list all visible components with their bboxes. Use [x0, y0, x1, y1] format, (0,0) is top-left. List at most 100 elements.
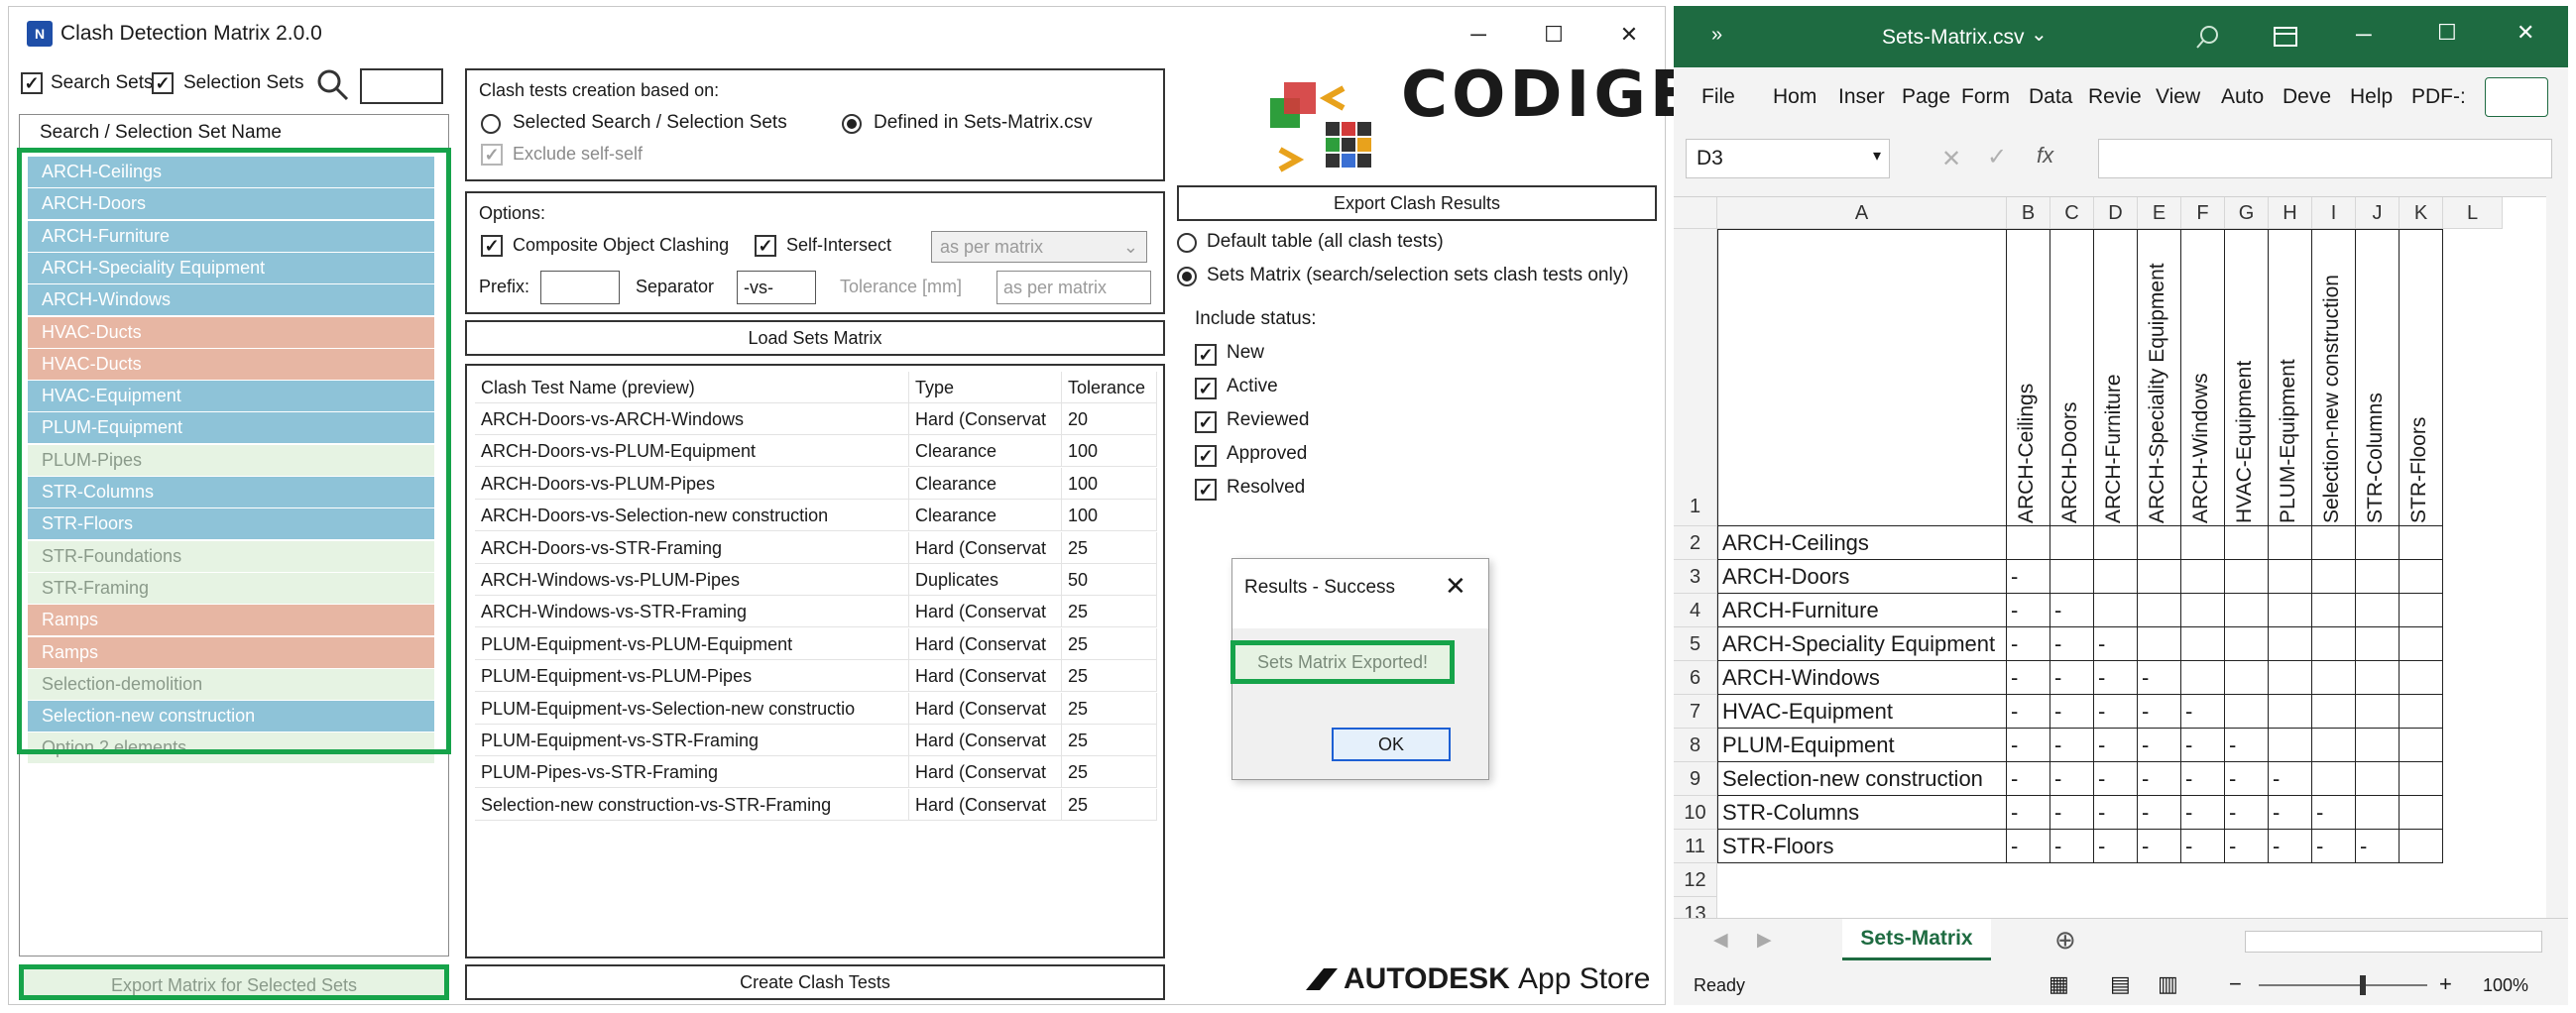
matrix-cell[interactable]	[2181, 560, 2225, 594]
zoom-slider[interactable]	[2259, 984, 2427, 986]
minimize-button[interactable]: ─	[1449, 15, 1508, 55]
matrix-cell[interactable]	[2094, 526, 2138, 560]
matrix-cell[interactable]	[2356, 661, 2400, 695]
row-header[interactable]: 8	[1674, 729, 1717, 762]
matrix-cell[interactable]: -	[2050, 729, 2094, 762]
matrix-cell[interactable]	[2400, 594, 2443, 627]
table-row[interactable]: PLUM-Equipment-vs-Selection-new construc…	[475, 692, 1169, 725]
matrix-cell[interactable]	[2269, 729, 2312, 762]
matrix-cell[interactable]	[2312, 762, 2356, 796]
matrix-cell[interactable]	[2269, 627, 2312, 661]
search-sets-checkbox[interactable]: ✓	[21, 72, 43, 94]
matrix-column-header-cell[interactable]: ARCH-Ceilings	[2007, 229, 2050, 526]
status-checkbox[interactable]: ✓	[1195, 445, 1217, 467]
matrix-row-name-cell[interactable]: Selection-new construction	[1717, 762, 2007, 796]
matrix-cell[interactable]: -	[2007, 594, 2050, 627]
matrix-cell[interactable]	[2050, 560, 2094, 594]
table-row[interactable]: ARCH-Windows-vs-STR-Framing Hard (Conserv…	[475, 596, 1169, 628]
matrix-cell[interactable]	[2181, 661, 2225, 695]
menu-formulas[interactable]: Form	[1961, 85, 2010, 109]
menu-data[interactable]: Data	[2029, 85, 2072, 109]
row-header[interactable]: 10	[1674, 796, 1717, 830]
matrix-cell[interactable]	[2181, 627, 2225, 661]
matrix-cell[interactable]: -	[2007, 729, 2050, 762]
matrix-cell[interactable]	[2094, 594, 2138, 627]
column-header-type[interactable]: Type	[909, 372, 1062, 403]
matrix-cell[interactable]	[2007, 526, 2050, 560]
matrix-cell[interactable]: -	[2007, 695, 2050, 729]
table-row[interactable]: ARCH-Doors-vs-STR-Framing Hard (Conservat…	[475, 531, 1169, 564]
column-header[interactable]: A	[1717, 197, 2007, 229]
menu-home[interactable]: Hom	[1773, 85, 1816, 109]
row-header[interactable]: 11	[1674, 830, 1717, 863]
matrix-dropdown[interactable]: as per matrix ⌄	[931, 231, 1147, 263]
export-clash-results-button[interactable]: Export Clash Results	[1177, 185, 1657, 221]
matrix-cell[interactable]: -	[2138, 830, 2181, 863]
matrix-cell[interactable]: -	[2181, 762, 2225, 796]
matrix-cell[interactable]: -	[2269, 762, 2312, 796]
column-header[interactable]: H	[2269, 197, 2312, 229]
matrix-cell[interactable]	[2312, 594, 2356, 627]
table-row[interactable]: Selection-new construction-vs-STR-Framin…	[475, 788, 1169, 821]
cancel-icon[interactable]: ✕	[1941, 145, 1961, 173]
status-checkbox[interactable]: ✓	[1195, 479, 1217, 501]
matrix-column-header-cell[interactable]: STR-Floors	[2400, 229, 2443, 526]
excel-close-button[interactable]: ✕	[2517, 20, 2534, 46]
matrix-cell[interactable]	[2269, 661, 2312, 695]
matrix-cell[interactable]: -	[2007, 661, 2050, 695]
column-header[interactable]: C	[2050, 197, 2094, 229]
matrix-cell[interactable]: -	[2225, 796, 2269, 830]
dialog-close-icon[interactable]: ✕	[1445, 571, 1466, 602]
radio-sets-matrix[interactable]	[1177, 267, 1197, 286]
matrix-cell[interactable]: -	[2356, 830, 2400, 863]
matrix-cell[interactable]	[2400, 729, 2443, 762]
matrix-cell[interactable]: -	[2181, 796, 2225, 830]
matrix-cell[interactable]	[2138, 526, 2181, 560]
matrix-cell[interactable]	[2400, 560, 2443, 594]
table-row[interactable]: ARCH-Doors-vs-PLUM-Pipes Clearance 100	[475, 467, 1169, 500]
menu-developer[interactable]: Deve	[2283, 85, 2331, 109]
matrix-cell[interactable]: -	[2007, 830, 2050, 863]
composite-checkbox[interactable]: ✓	[481, 235, 503, 257]
matrix-column-header-cell[interactable]: ARCH-Windows	[2181, 229, 2225, 526]
create-clash-tests-button[interactable]: Create Clash Tests	[465, 964, 1165, 1000]
zoom-slider-thumb[interactable]	[2360, 975, 2366, 995]
table-row[interactable]: PLUM-Pipes-vs-STR-Framing Hard (Conservat…	[475, 756, 1169, 789]
page-layout-icon[interactable]: ▤	[2110, 971, 2131, 997]
table-row[interactable]: PLUM-Equipment-vs-PLUM-Equipment Hard (Co…	[475, 627, 1169, 660]
row-header[interactable]: 6	[1674, 661, 1717, 695]
matrix-column-header-cell[interactable]: ARCH-Doors	[2050, 229, 2094, 526]
matrix-cell[interactable]: -	[2181, 830, 2225, 863]
matrix-cell[interactable]	[2050, 526, 2094, 560]
row-header[interactable]: 2	[1674, 526, 1717, 560]
table-row[interactable]: PLUM-Equipment-vs-STR-Framing Hard (Conse…	[475, 725, 1169, 756]
matrix-cell[interactable]: -	[2050, 830, 2094, 863]
zoom-out-button[interactable]: −	[2229, 971, 2242, 997]
menu-automate[interactable]: Auto	[2221, 85, 2264, 109]
matrix-cell[interactable]	[2269, 560, 2312, 594]
excel-search-icon[interactable]	[2195, 24, 2221, 50]
matrix-cell[interactable]	[2269, 695, 2312, 729]
matrix-cell[interactable]: -	[2007, 627, 2050, 661]
table-row[interactable]: ARCH-Doors-vs-ARCH-Windows Hard (Conserva…	[475, 403, 1169, 435]
matrix-row-name-cell[interactable]: ARCH-Ceilings	[1717, 526, 2007, 560]
menu-review[interactable]: Revie	[2088, 85, 2142, 109]
table-row[interactable]: PLUM-Equipment-vs-PLUM-Pipes Hard (Conser…	[475, 660, 1169, 693]
matrix-cell[interactable]	[2094, 560, 2138, 594]
matrix-corner-cell[interactable]	[1717, 229, 2007, 526]
matrix-cell[interactable]	[2356, 560, 2400, 594]
sheet-tab-sets-matrix[interactable]: Sets-Matrix	[1842, 919, 1991, 960]
add-sheet-icon[interactable]: ⊕	[2054, 925, 2076, 956]
matrix-cell[interactable]	[2400, 830, 2443, 863]
dialog-ok-button[interactable]: OK	[1332, 728, 1451, 761]
matrix-cell[interactable]: -	[2269, 830, 2312, 863]
column-header-tolerance[interactable]: Tolerance	[1062, 372, 1157, 403]
matrix-cell[interactable]	[2400, 627, 2443, 661]
matrix-cell[interactable]: -	[2050, 695, 2094, 729]
column-header-name[interactable]: Clash Test Name (preview)	[475, 372, 909, 403]
matrix-column-header-cell[interactable]: HVAC-Equipment	[2225, 229, 2269, 526]
row-header[interactable]: 5	[1674, 627, 1717, 661]
excel-maximize-button[interactable]: ☐	[2437, 20, 2457, 46]
title-chevron-icon[interactable]: ⌄	[2031, 22, 2048, 47]
matrix-cell[interactable]	[2181, 526, 2225, 560]
